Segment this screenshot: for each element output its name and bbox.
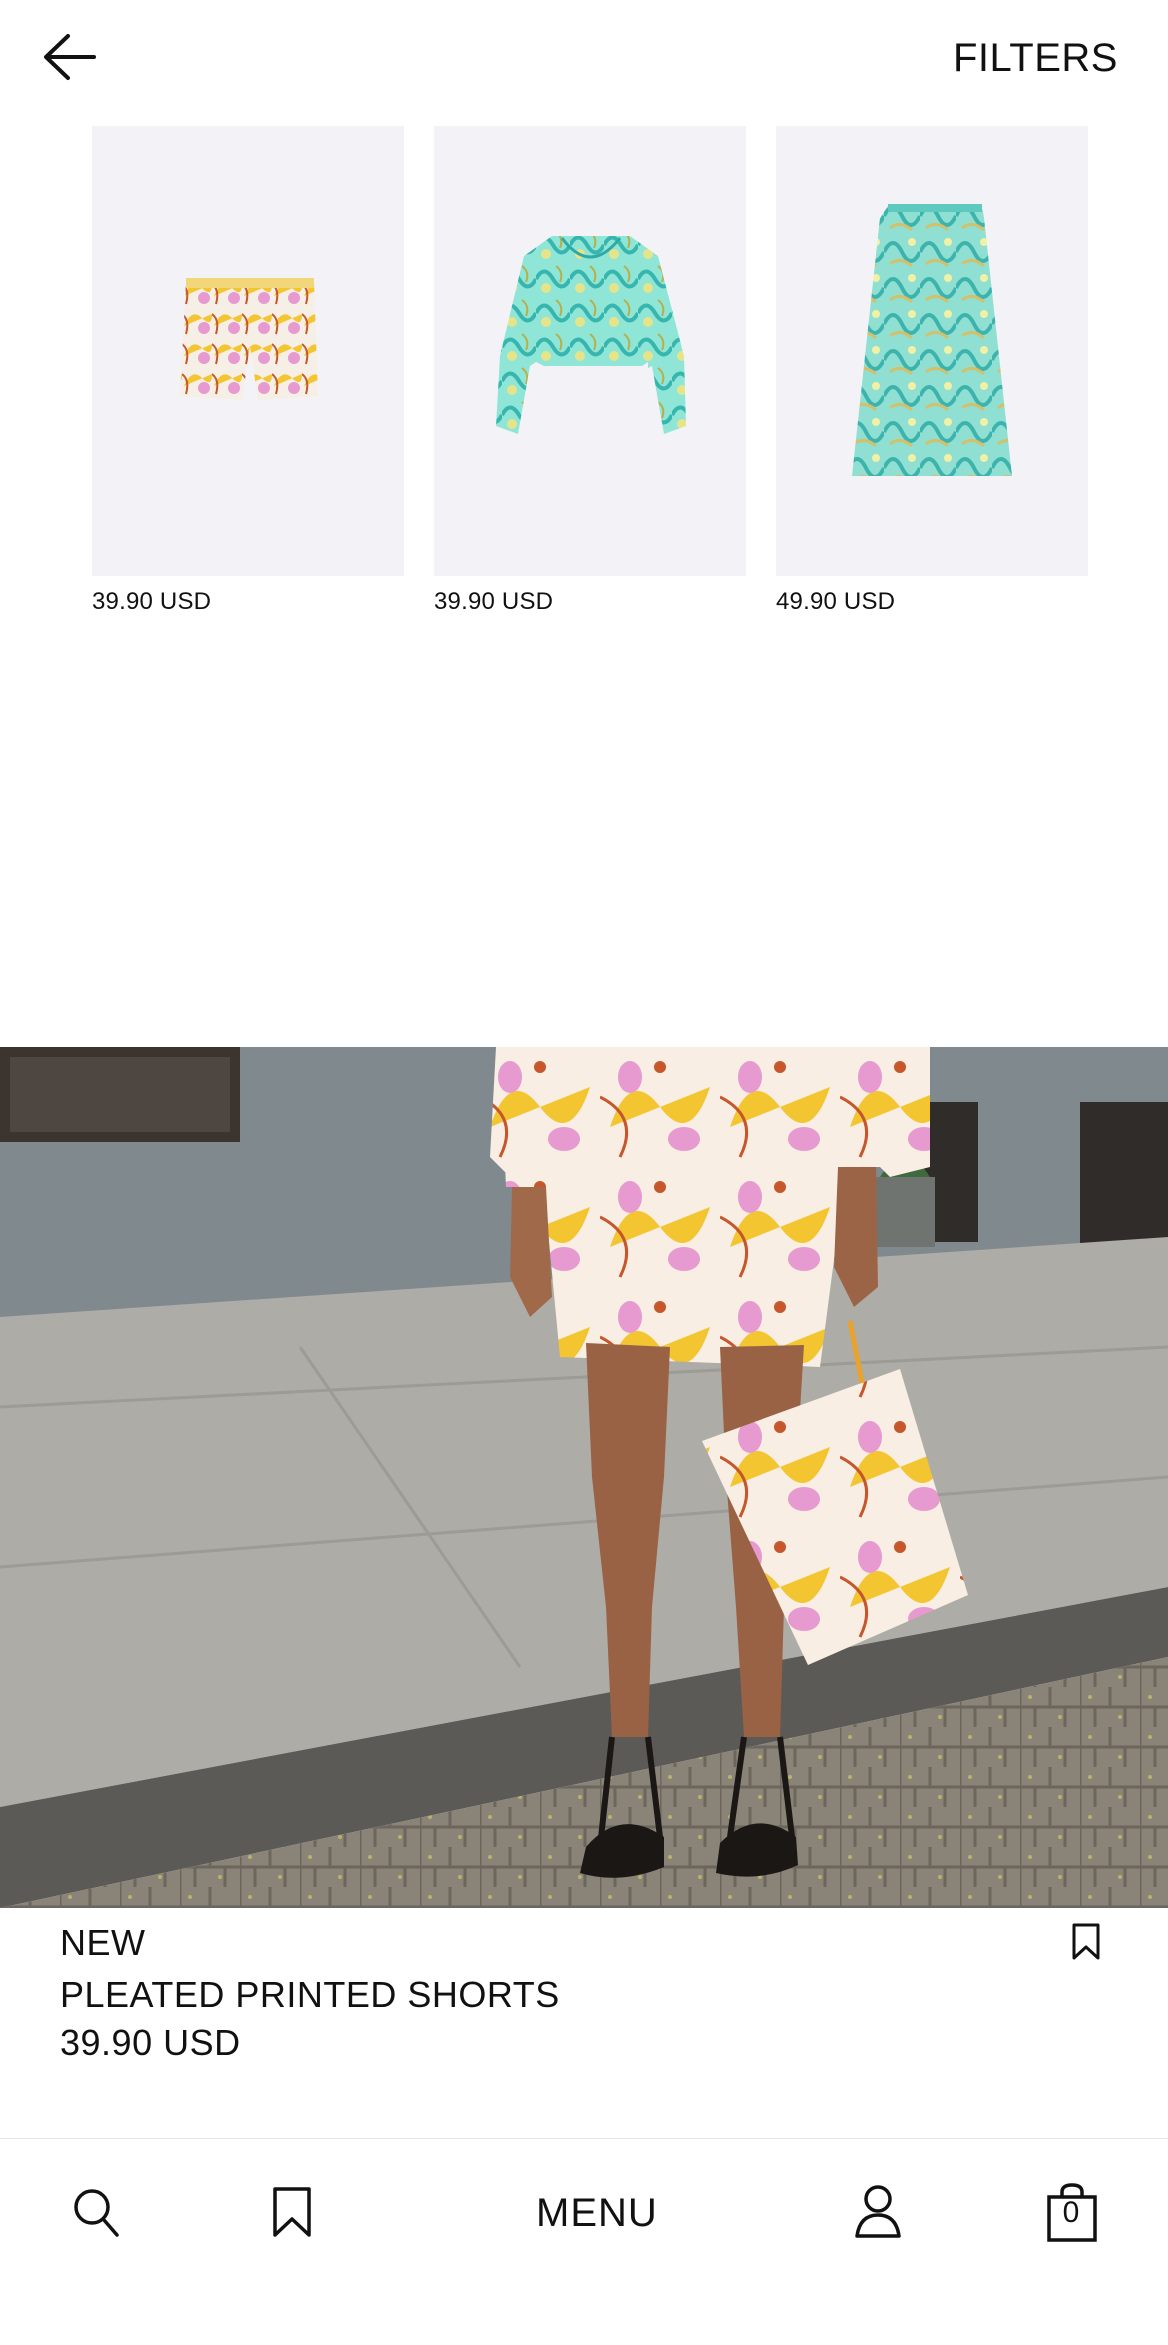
product-price: 49.90 USD: [776, 588, 896, 615]
product-image[interactable]: [92, 126, 404, 576]
printed-shorts-image: [180, 278, 318, 400]
back-button[interactable]: [40, 28, 100, 88]
menu-button[interactable]: MENU: [536, 2191, 658, 2236]
product-card[interactable]: 39.90 USD: [92, 126, 404, 616]
new-badge: NEW: [60, 1922, 146, 1963]
bag-count: 0: [1062, 2196, 1080, 2229]
product-price: 39.90 USD: [92, 588, 212, 615]
featured-product-price: 39.90 USD: [60, 2022, 241, 2063]
product-price: 39.90 USD: [434, 588, 554, 615]
product-image[interactable]: [434, 126, 746, 576]
shopping-bag-button[interactable]: 0: [1046, 2183, 1098, 2243]
product-image[interactable]: [776, 126, 1088, 576]
bottom-navigation: MENU 0: [0, 2138, 1168, 2345]
product-card[interactable]: 39.90 USD: [434, 126, 746, 616]
user-icon: [855, 2185, 901, 2238]
filters-button[interactable]: FILTERS: [953, 36, 1118, 81]
printed-blouse-image: [496, 236, 686, 434]
search-icon: [74, 2189, 119, 2237]
model-photo: [0, 1047, 1168, 1908]
saved-items-button[interactable]: [270, 2185, 314, 2244]
product-row: 39.90 USD 39.90 USD 49.90 USD: [92, 126, 1088, 616]
arrow-left-icon: [44, 34, 96, 80]
featured-product-name[interactable]: PLEATED PRINTED SHORTS: [60, 1974, 560, 2016]
product-card[interactable]: 49.90 USD: [776, 126, 1088, 616]
printed-skirt-image: [852, 204, 1012, 476]
bookmark-button[interactable]: [1070, 1922, 1102, 1962]
account-button[interactable]: [854, 2183, 902, 2244]
search-button[interactable]: [72, 2187, 120, 2244]
bookmark-icon: [273, 2187, 311, 2237]
top-bar: FILTERS: [0, 0, 1168, 120]
bookmark-icon: [1072, 1923, 1100, 1960]
featured-product-image[interactable]: [0, 1047, 1168, 1908]
